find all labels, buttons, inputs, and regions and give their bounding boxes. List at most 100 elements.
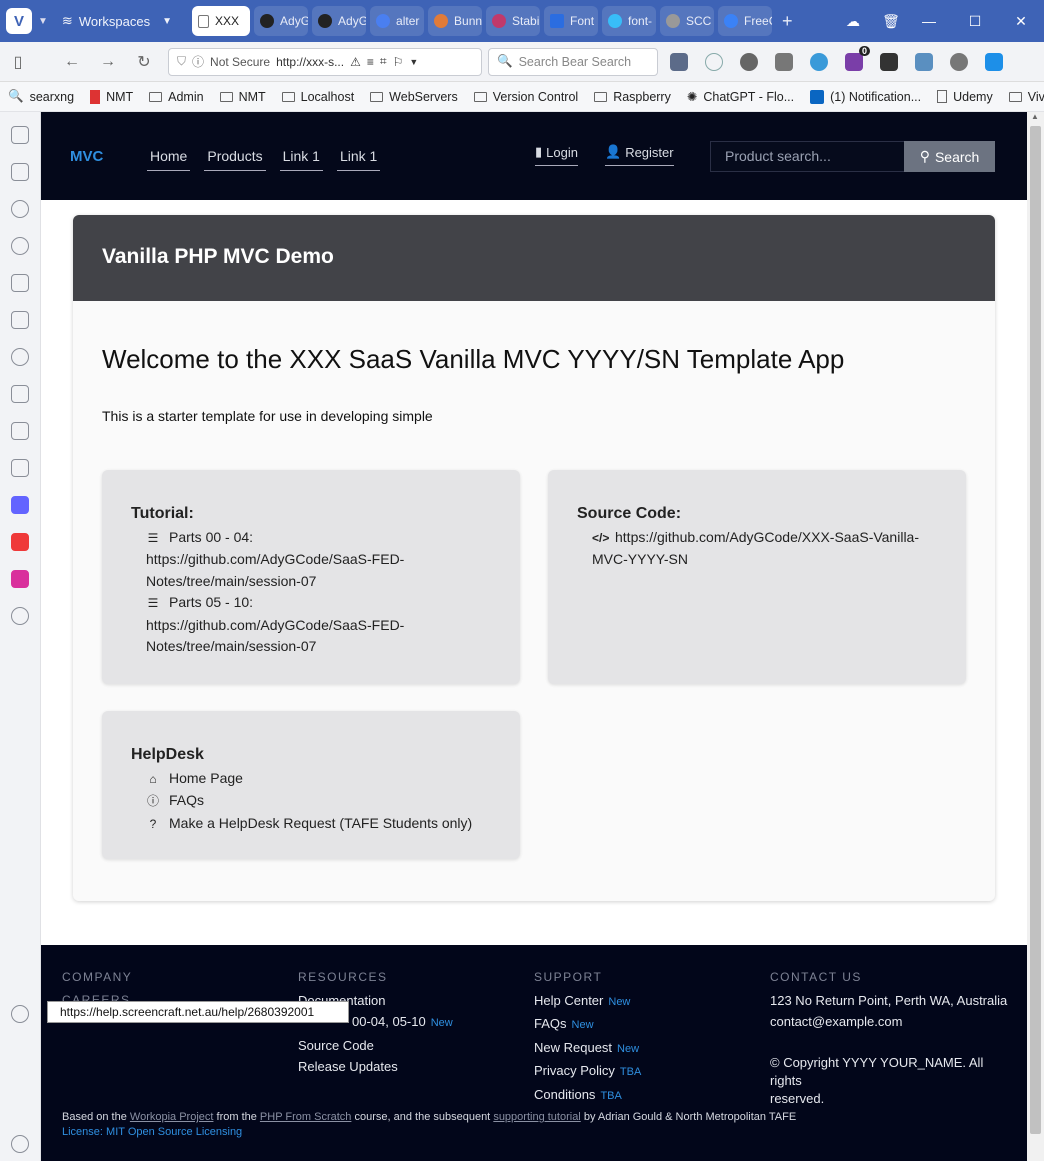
bookmark-folder-nmt[interactable]: NMT: [219, 90, 266, 104]
tutorial-item[interactable]: ☰ Parts 05 - 10: https://github.com/AdyGC…: [131, 592, 491, 658]
tab-scc[interactable]: SCC: [660, 6, 715, 36]
php-from-scratch-link[interactable]: PHP From Scratch: [260, 1111, 352, 1123]
workspaces-button[interactable]: ≋ Workspaces ▼: [62, 13, 172, 29]
footer-source-link[interactable]: Source Code: [298, 1035, 453, 1057]
sync-icon[interactable]: [810, 52, 828, 71]
chevron-down-icon[interactable]: ▼: [409, 57, 418, 67]
license-link[interactable]: License: MIT Open Source Licensing: [62, 1126, 242, 1138]
tutorial-item[interactable]: ☰ Parts 00 - 04: https://github.com/AdyGC…: [131, 527, 491, 593]
chevron-down-icon[interactable]: ▼: [38, 16, 48, 27]
history-icon[interactable]: [11, 237, 29, 255]
workopia-link[interactable]: Workopia Project: [130, 1111, 214, 1123]
notes-icon[interactable]: [11, 274, 29, 292]
tutorial-link-cont[interactable]: Notes/tree/main/session-07: [146, 573, 316, 589]
window-panel-icon[interactable]: [11, 348, 29, 366]
login-link[interactable]: ▮ Login: [535, 144, 578, 166]
tab-font-2[interactable]: font-: [602, 6, 657, 36]
product-search-input[interactable]: Product search...: [710, 141, 905, 172]
source-link-text[interactable]: https://github.com/AdyGCode/XXX-SaaS-Van…: [615, 529, 919, 545]
nav-products[interactable]: Products: [204, 142, 266, 171]
tab-bunny[interactable]: Bunn: [428, 6, 483, 36]
sync-panel-icon[interactable]: [11, 385, 29, 403]
trash-icon[interactable]: 🗑: [876, 13, 906, 30]
footer-privacy[interactable]: Privacy Policy TBA: [534, 1060, 641, 1084]
gear-icon[interactable]: [11, 1005, 29, 1023]
d-extension-icon[interactable]: [985, 52, 1003, 71]
mastodon-icon[interactable]: [11, 496, 29, 514]
bookmark-folder-version-control[interactable]: Version Control: [473, 90, 578, 104]
download-app-icon[interactable]: [11, 570, 29, 588]
tab-github-1[interactable]: AdyG: [254, 6, 309, 36]
share-icon[interactable]: [670, 52, 688, 71]
downloads-icon[interactable]: [11, 200, 29, 218]
markdown-icon[interactable]: [880, 52, 898, 71]
footer-conditions[interactable]: Conditions TBA: [534, 1084, 641, 1108]
add-panel-icon[interactable]: [11, 607, 29, 625]
qr-icon[interactable]: ⌗: [380, 54, 387, 69]
page-scrollbar[interactable]: ▲: [1027, 112, 1044, 1161]
privacy-icon[interactable]: [950, 52, 968, 71]
footer-faqs[interactable]: FAQs New: [534, 1013, 641, 1037]
scrollbar-thumb[interactable]: [1030, 126, 1041, 1134]
minimize-icon[interactable]: —: [906, 13, 952, 29]
source-link[interactable]: </> https://github.com/AdyGCode/XXX-SaaS-…: [577, 527, 937, 571]
tab-github-2[interactable]: AdyG: [312, 6, 367, 36]
nav-link-1[interactable]: Link 1: [279, 142, 323, 171]
panel-toggle-icon[interactable]: ▯: [0, 52, 36, 72]
helpdesk-faqs[interactable]: ⓘ FAQs: [131, 790, 491, 813]
maximize-icon[interactable]: ☐: [952, 13, 998, 30]
translate-icon[interactable]: [705, 52, 723, 71]
bookmark-folder-admin[interactable]: Admin: [149, 90, 204, 104]
recycle-icon[interactable]: [775, 52, 793, 71]
register-link[interactable]: 👤 Register: [605, 144, 674, 166]
bookmark-linkedin[interactable]: (1) Notification...: [810, 89, 921, 104]
printer-icon[interactable]: [915, 52, 933, 71]
bookmark-folder-localhost[interactable]: Localhost: [281, 90, 354, 104]
vivaldi-menu-icon[interactable]: V: [6, 8, 32, 34]
nav-home[interactable]: Home: [147, 142, 191, 171]
bookmark-folder-raspberry[interactable]: Raspberry: [594, 90, 671, 104]
browser-search-field[interactable]: 🔍 Search Bear Search: [488, 47, 658, 76]
bookmarks-panel-icon[interactable]: [11, 126, 29, 144]
nav-link-2[interactable]: Link 1: [336, 142, 381, 171]
tab-alter[interactable]: alter: [370, 6, 425, 36]
back-icon[interactable]: ←: [54, 53, 90, 71]
bookmark-nmt[interactable]: NMT: [90, 89, 133, 104]
tutorial-link[interactable]: https://github.com/AdyGCode/SaaS-FED-: [146, 551, 404, 567]
reload-icon[interactable]: ↻: [126, 52, 162, 72]
tab-font[interactable]: Font: [544, 6, 599, 36]
close-icon[interactable]: ✕: [998, 13, 1044, 30]
tutorial-link-cont[interactable]: Notes/tree/main/session-07: [146, 638, 316, 654]
url-field[interactable]: ⛉ ⓘ Not Secure http://xxx-s... ⚠ ≡ ⌗ ⚐ ▼: [168, 47, 482, 76]
bookmark-folder-webservers[interactable]: WebServers: [370, 90, 458, 104]
scroll-up-icon[interactable]: ▲: [1031, 112, 1039, 121]
bookmark-folder-vivaldi[interactable]: Vivaldi: [1008, 90, 1044, 104]
site-brand[interactable]: MVC: [70, 148, 147, 165]
bookmark-chatgpt[interactable]: ✺ ChatGPT - Flo...: [687, 89, 794, 105]
forward-icon[interactable]: →: [90, 53, 126, 71]
tab-stabi[interactable]: Stabi: [486, 6, 541, 36]
footer-release-link[interactable]: Release Updates: [298, 1056, 453, 1078]
contact-email[interactable]: contact@example.com: [770, 1011, 1015, 1033]
source-link-cont[interactable]: MVC-YYYY-SN: [592, 551, 688, 567]
new-tab-icon[interactable]: +: [782, 11, 793, 32]
helpdesk-request[interactable]: ? Make a HelpDesk Request (TAFE Students …: [131, 813, 491, 836]
bookmark-searxng[interactable]: 🔍 searxng: [8, 89, 74, 104]
reading-list-icon[interactable]: [11, 163, 29, 181]
translate-panel-icon[interactable]: [11, 311, 29, 329]
bookmark-icon[interactable]: ⚐: [393, 55, 404, 69]
extension-badge-icon[interactable]: 0: [845, 45, 870, 71]
helpdesk-home[interactable]: ⌂ Home Page: [131, 768, 491, 791]
cloud-sync-icon[interactable]: ☁: [830, 13, 876, 30]
settings-icon[interactable]: [11, 1135, 29, 1153]
gear-icon[interactable]: [740, 52, 758, 71]
vivaldi-icon[interactable]: [11, 533, 29, 551]
reader-icon[interactable]: ≡: [367, 55, 374, 69]
tasks-icon[interactable]: [11, 459, 29, 477]
search-button[interactable]: ⚲ Search: [904, 141, 995, 172]
calendar-icon[interactable]: [11, 422, 29, 440]
tab-freec[interactable]: FreeC: [718, 6, 773, 36]
tab-xxx[interactable]: XXX: [192, 6, 251, 36]
bookmark-udemy[interactable]: Udemy: [937, 90, 993, 104]
tutorial-link[interactable]: https://github.com/AdyGCode/SaaS-FED-: [146, 617, 404, 633]
